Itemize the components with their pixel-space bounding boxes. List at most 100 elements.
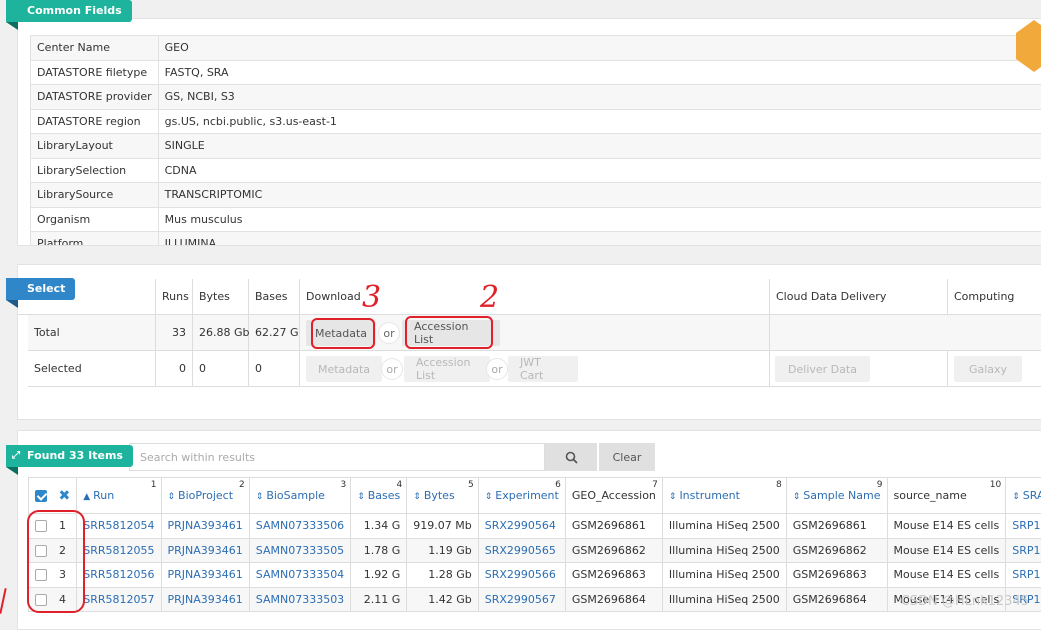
column-header-instrument[interactable]: ⇕Instrument8 — [662, 478, 786, 514]
field-row: DATASTORE filetypeFASTQ, SRA — [31, 60, 1041, 85]
cell-bytes: 1.42 Gb — [407, 587, 478, 612]
selected-or-separator-1: or — [381, 358, 403, 380]
search-icon — [565, 451, 578, 464]
field-value: ILLUMINA — [158, 232, 1041, 247]
column-header-sample-name[interactable]: ⇕Sample Name9 — [786, 478, 887, 514]
sort-icon: ⇕ — [168, 492, 176, 502]
tag-fold — [6, 467, 18, 475]
tag-fold — [6, 22, 18, 30]
column-header-source-name[interactable]: source_name10 — [887, 478, 1006, 514]
common-fields-tag: Common Fields — [6, 0, 132, 22]
cell-exp[interactable]: SRX2990564 — [478, 514, 565, 539]
cell-study[interactable]: SRP111353 — [1006, 538, 1041, 563]
table-row[interactable]: 4SRR5812057PRJNA393461SAMN073335032.11 G… — [29, 587, 1041, 612]
cell-sample[interactable]: SAMN07333503 — [249, 587, 350, 612]
header-bytes: Bytes — [193, 279, 249, 315]
column-label: Run — [93, 489, 114, 502]
deliver-data-button[interactable]: Deliver Data — [775, 356, 870, 382]
selected-or-separator-2: or — [486, 358, 508, 380]
clear-button[interactable]: Clear — [599, 443, 655, 471]
select-tag: Select — [6, 278, 75, 300]
select-panel: Runs Bytes Bases Download Cloud Data Del… — [17, 264, 1041, 420]
column-header-bytes[interactable]: ⇕Bytes5 — [407, 478, 478, 514]
cell-source: Mouse E14 ES cells — [887, 514, 1006, 539]
galaxy-button[interactable]: Galaxy — [954, 356, 1022, 382]
cell-bytes: 1.28 Gb — [407, 563, 478, 588]
header-computing: Computing — [948, 279, 1041, 315]
cell-sname: GSM2696863 — [786, 563, 887, 588]
field-row: LibrarySourceTRANSCRIPTOMIC — [31, 183, 1041, 208]
column-header-biosample[interactable]: ⇕BioSample3 — [249, 478, 350, 514]
cell-project[interactable]: PRJNA393461 — [161, 587, 249, 612]
cell-source: Mouse E14 ES cells — [887, 563, 1006, 588]
cell-geo: GSM2696864 — [565, 587, 662, 612]
sort-icon: ⇕ — [793, 492, 801, 502]
cell-run[interactable]: SRR5812055 — [77, 538, 161, 563]
field-row: LibraryLayoutSINGLE — [31, 134, 1041, 159]
column-header-sra-study[interactable]: ⇕SRA Study11 — [1006, 478, 1041, 514]
deselect-all-icon[interactable]: ✖ — [59, 488, 71, 504]
results-tag-label: Found 33 Items — [27, 449, 123, 462]
selected-label: Selected — [28, 351, 156, 387]
column-header-bases[interactable]: ⇕Bases4 — [351, 478, 407, 514]
cell-sample[interactable]: SAMN07333506 — [249, 514, 350, 539]
cell-run[interactable]: SRR5812054 — [77, 514, 161, 539]
cell-inst: Illumina HiSeq 2500 — [662, 514, 786, 539]
table-row[interactable]: 3SRR5812056PRJNA393461SAMN073335041.92 G… — [29, 563, 1041, 588]
column-number: 2 — [239, 480, 245, 490]
sort-asc-icon: ▲ — [83, 492, 90, 502]
cell-exp[interactable]: SRX2990567 — [478, 587, 565, 612]
sort-icon: ⇕ — [669, 492, 677, 502]
cell-sname: GSM2696864 — [786, 587, 887, 612]
search-button[interactable] — [545, 443, 597, 471]
field-key: DATASTORE region — [31, 109, 159, 134]
cell-bases: 1.34 G — [351, 514, 407, 539]
field-value: FASTQ, SRA — [158, 60, 1041, 85]
cell-exp[interactable]: SRX2990566 — [478, 563, 565, 588]
selected-accession-list-button[interactable]: Accession List — [404, 356, 490, 382]
column-header-run[interactable]: ▲Run1 — [77, 478, 161, 514]
header-runs: Runs — [156, 279, 193, 315]
field-row: DATASTORE regiongs.US, ncbi.public, s3.u… — [31, 109, 1041, 134]
sort-icon: ⇕ — [357, 492, 365, 502]
cell-project[interactable]: PRJNA393461 — [161, 514, 249, 539]
search-input[interactable]: Search within results — [129, 443, 545, 471]
cell-inst: Illumina HiSeq 2500 — [662, 587, 786, 612]
header-bases: Bases — [249, 279, 300, 315]
sort-icon: ⇕ — [485, 492, 493, 502]
field-key: Platform — [31, 232, 159, 247]
column-label: BioProject — [178, 489, 233, 502]
field-key: LibraryLayout — [31, 134, 159, 159]
table-row[interactable]: 2SRR5812055PRJNA393461SAMN073335051.78 G… — [29, 538, 1041, 563]
column-number: 5 — [468, 480, 474, 490]
selected-metadata-button[interactable]: Metadata — [306, 356, 382, 382]
cell-bases: 1.92 G — [351, 563, 407, 588]
cell-run[interactable]: SRR5812056 — [77, 563, 161, 588]
column-header-geo-accession[interactable]: GEO_Accession7 — [565, 478, 662, 514]
cell-inst: Illumina HiSeq 2500 — [662, 563, 786, 588]
cell-bytes: 1.19 Gb — [407, 538, 478, 563]
cell-sname: GSM2696861 — [786, 514, 887, 539]
header-cloud-delivery: Cloud Data Delivery — [770, 279, 948, 315]
column-header-experiment[interactable]: ⇕Experiment6 — [478, 478, 565, 514]
cell-bases: 1.78 G — [351, 538, 407, 563]
cell-project[interactable]: PRJNA393461 — [161, 538, 249, 563]
cell-study[interactable]: SRP111353 — [1006, 514, 1041, 539]
cell-sname: GSM2696862 — [786, 538, 887, 563]
column-number: 10 — [990, 480, 1001, 490]
select-all-checkbox[interactable] — [35, 490, 47, 502]
selected-runs: 0 — [156, 351, 193, 387]
cell-sample[interactable]: SAMN07333504 — [249, 563, 350, 588]
field-row: Center NameGEO — [31, 36, 1041, 61]
jwt-cart-button[interactable]: JWT Cart — [508, 356, 578, 382]
cell-run[interactable]: SRR5812057 — [77, 587, 161, 612]
cell-sample[interactable]: SAMN07333505 — [249, 538, 350, 563]
cell-study[interactable]: SRP111353 — [1006, 563, 1041, 588]
cell-project[interactable]: PRJNA393461 — [161, 563, 249, 588]
column-number: 4 — [397, 480, 403, 490]
column-label: Sample Name — [803, 489, 880, 502]
cell-exp[interactable]: SRX2990565 — [478, 538, 565, 563]
table-row[interactable]: 1SRR5812054PRJNA393461SAMN073335061.34 G… — [29, 514, 1041, 539]
column-header-bioproject[interactable]: ⇕BioProject 2 — [161, 478, 249, 514]
field-value: CDNA — [158, 158, 1041, 183]
